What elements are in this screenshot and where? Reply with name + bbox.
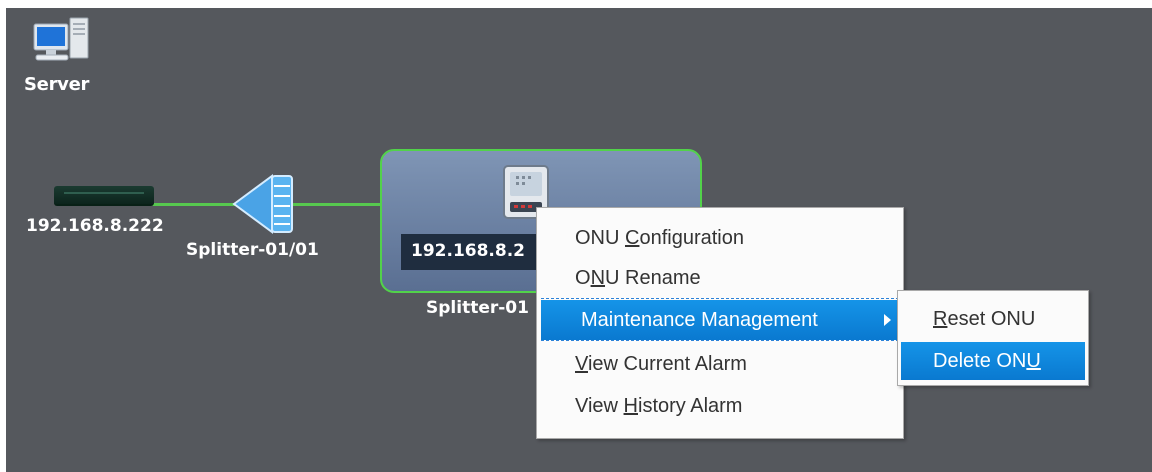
server-icon <box>33 17 89 61</box>
menu-item-delete-onu[interactable]: Delete ONU <box>901 342 1085 380</box>
menu-separator <box>541 340 899 341</box>
menu-item-view-history-alarm[interactable]: View History Alarm <box>541 386 899 426</box>
olt-ip-label: 192.168.8.222 <box>26 216 164 236</box>
context-menu: ONU Configuration ONU Rename Maintenance… <box>536 207 904 439</box>
olt-device-icon[interactable] <box>54 186 154 206</box>
splitter-icon[interactable] <box>230 172 300 236</box>
server-node[interactable]: Server <box>24 14 94 95</box>
menu-item-onu-rename[interactable]: ONU Rename <box>541 258 899 298</box>
server-label: Server <box>24 74 90 95</box>
menu-item-maintenance-management[interactable]: Maintenance Management <box>541 300 899 340</box>
onu-group-label: Splitter-01 <box>426 298 529 318</box>
menu-separator <box>541 298 899 299</box>
splitter-label: Splitter-01/01 <box>186 240 319 260</box>
menu-item-view-current-alarm[interactable]: View Current Alarm <box>541 344 899 384</box>
submenu-arrow-icon <box>884 314 891 326</box>
menu-item-reset-onu[interactable]: Reset ONU <box>901 300 1085 338</box>
maintenance-submenu: Reset ONU Delete ONU <box>897 290 1089 386</box>
menu-item-onu-configuration[interactable]: ONU Configuration <box>541 218 899 258</box>
onu-ip-label: 192.168.8.2 <box>401 234 551 270</box>
